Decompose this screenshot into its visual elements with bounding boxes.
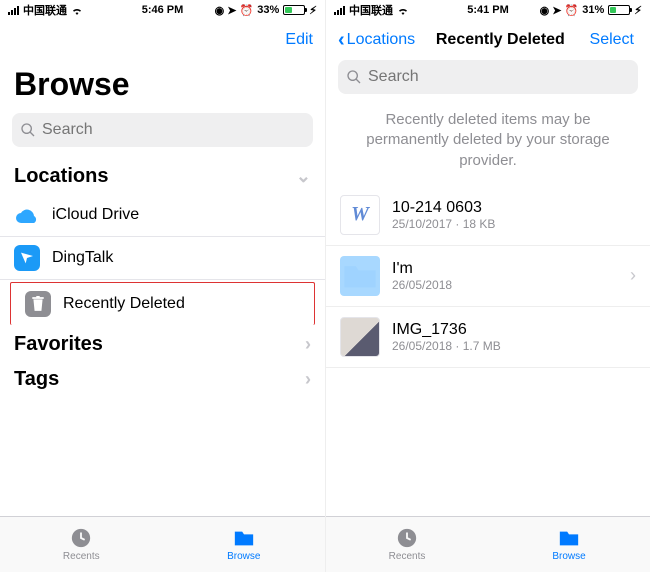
file-row[interactable]: W 10-214 0603 25/10/2017 · 18 KB — [326, 185, 650, 246]
doc-icon: W — [340, 195, 380, 235]
folder-icon — [232, 527, 256, 549]
search-icon — [346, 69, 362, 85]
favorites-label: Favorites — [14, 333, 103, 356]
battery-pct: 31% — [582, 4, 604, 16]
navbar: Edit — [0, 20, 325, 60]
wifi-icon — [71, 6, 83, 15]
tags-header[interactable]: Tags › — [0, 362, 325, 397]
location-label: Recently Deleted — [63, 295, 300, 313]
clock-icon — [395, 527, 419, 549]
file-row[interactable]: IMG_1736 26/05/2018 · 1.7 MB — [326, 307, 650, 368]
info-text: Recently deleted items may be permanentl… — [326, 106, 650, 185]
battery-pct: 33% — [257, 4, 279, 16]
file-row[interactable]: I'm 26/05/2018 › — [326, 246, 650, 307]
file-name: I'm — [392, 260, 618, 278]
location-recently-deleted[interactable]: Recently Deleted — [10, 282, 315, 325]
chevron-right-icon: › — [305, 334, 311, 355]
image-thumb — [340, 317, 380, 357]
file-sub: 26/05/2018 — [392, 278, 618, 292]
tab-label: Recents — [389, 551, 426, 562]
page-title: Browse — [0, 60, 325, 113]
favorites-header[interactable]: Favorites › — [0, 327, 325, 362]
status-bar: 中国联通 5:46 PM ◉ ➤ ⏰ 33% ⚡︎ — [0, 0, 325, 20]
signal-icon — [334, 6, 345, 15]
cloud-icon — [14, 202, 40, 228]
back-label: Locations — [347, 31, 416, 49]
navbar: ‹ Locations Recently Deleted Select — [326, 20, 650, 60]
folder-icon — [557, 527, 581, 549]
file-sub: 25/10/2017 · 18 KB — [392, 217, 636, 231]
tab-browse[interactable]: Browse — [488, 517, 650, 572]
file-sub: 26/05/2018 · 1.7 MB — [392, 339, 636, 353]
status-bar: 中国联通 5:41 PM ◉ ➤ ⏰ 31% ⚡︎ — [326, 0, 650, 20]
chevron-right-icon: › — [630, 265, 636, 286]
carrier-label: 中国联通 — [23, 2, 67, 18]
tab-bar: Recents Browse — [326, 516, 650, 572]
file-list: W 10-214 0603 25/10/2017 · 18 KB I'm 26/… — [326, 185, 650, 516]
tab-label: Browse — [552, 551, 585, 562]
tab-recents[interactable]: Recents — [0, 517, 163, 572]
location-label: DingTalk — [52, 249, 311, 267]
location-label: iCloud Drive — [52, 206, 311, 224]
folder-icon — [340, 256, 380, 296]
wifi-icon — [397, 6, 409, 15]
locations-header[interactable]: Locations ⌄ — [0, 159, 325, 194]
location-dingtalk[interactable]: DingTalk — [0, 237, 325, 280]
tab-browse[interactable]: Browse — [163, 517, 326, 572]
nav-title: Recently Deleted — [436, 31, 565, 49]
search-input[interactable] — [42, 121, 305, 139]
edit-button[interactable]: Edit — [285, 31, 313, 49]
dingtalk-icon — [14, 245, 40, 271]
chevron-down-icon: ⌄ — [296, 166, 311, 187]
signal-icon — [8, 6, 19, 15]
locations-label: Locations — [14, 165, 108, 188]
charging-icon: ⚡︎ — [634, 4, 642, 17]
pane-recently-deleted: 中国联通 5:41 PM ◉ ➤ ⏰ 31% ⚡︎ ‹ Locations Re… — [325, 0, 650, 572]
tab-label: Recents — [63, 551, 100, 562]
file-name: IMG_1736 — [392, 321, 636, 339]
carrier-label: 中国联通 — [349, 2, 393, 18]
status-icons: ◉ ➤ ⏰ — [215, 4, 254, 17]
status-icons: ◉ ➤ ⏰ — [540, 4, 579, 17]
search-input[interactable] — [368, 68, 630, 86]
chevron-right-icon: › — [305, 369, 311, 390]
tab-recents[interactable]: Recents — [326, 517, 488, 572]
tags-label: Tags — [14, 368, 59, 391]
search-field[interactable] — [338, 60, 638, 94]
tab-bar: Recents Browse — [0, 516, 325, 572]
search-field[interactable] — [12, 113, 313, 147]
battery-icon — [283, 5, 305, 15]
trash-icon — [25, 291, 51, 317]
locations-list: iCloud Drive DingTalk Recently Deleted — [0, 194, 325, 325]
location-icloud[interactable]: iCloud Drive — [0, 194, 325, 237]
back-button[interactable]: ‹ Locations — [338, 29, 415, 52]
charging-icon: ⚡︎ — [309, 4, 317, 17]
clock-icon — [69, 527, 93, 549]
battery-icon — [608, 5, 630, 15]
pane-browse: 中国联通 5:46 PM ◉ ➤ ⏰ 33% ⚡︎ Edit Browse Lo… — [0, 0, 325, 572]
tab-label: Browse — [227, 551, 260, 562]
search-icon — [20, 122, 36, 138]
select-button[interactable]: Select — [586, 30, 638, 50]
chevron-left-icon: ‹ — [338, 29, 345, 52]
file-name: 10-214 0603 — [392, 199, 636, 217]
